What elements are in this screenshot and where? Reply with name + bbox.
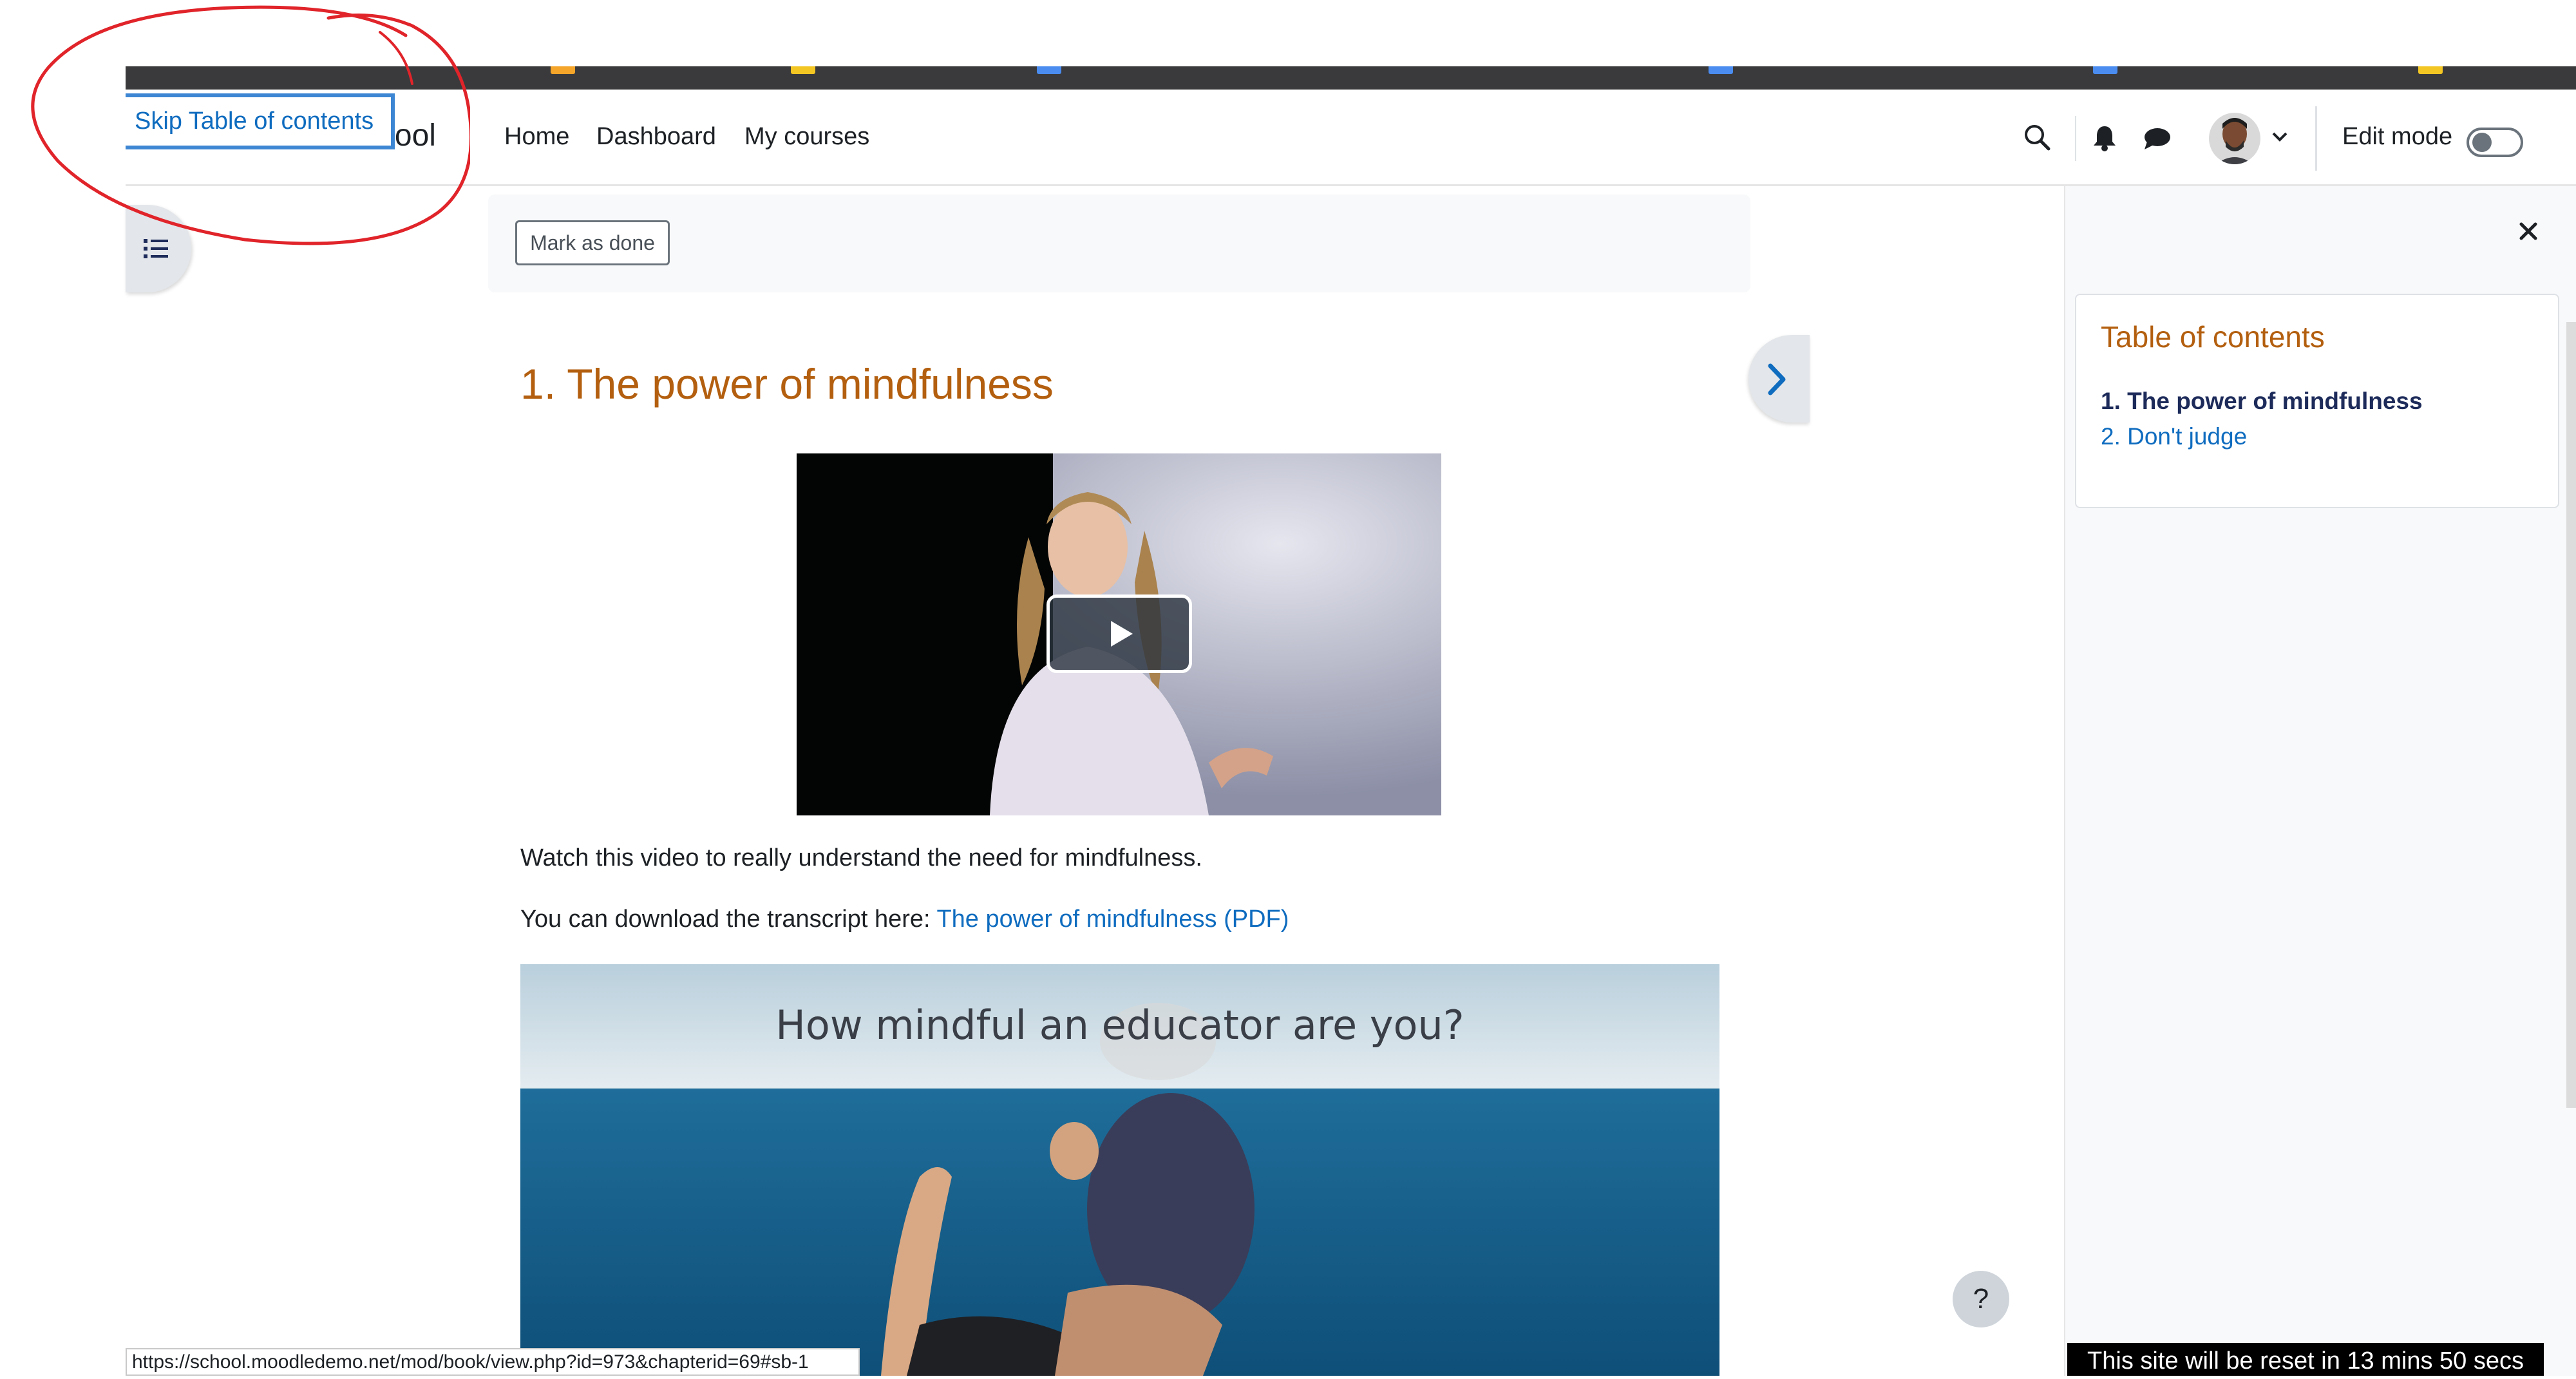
transcript-pdf-link[interactable]: The power of mindfulness (PDF) [936,906,1289,933]
download-prefix-text: You can download the transcript here: [520,906,937,933]
bookmark-favicon[interactable] [1709,66,1733,74]
list-icon [144,239,168,258]
chapter-title: 1. The power of mindfulness [520,360,1054,408]
activity-completion-panel [488,195,1750,292]
toc-item-dont-judge[interactable]: 2. Don't judge [2101,423,2247,450]
bell-icon[interactable] [2092,124,2117,151]
banner-title: How mindful an educator are you? [775,1002,1464,1049]
navbar-separator [2315,106,2317,171]
help-button[interactable]: ? [1953,1271,2009,1327]
bookmark-favicon[interactable] [551,66,575,74]
bookmark-favicon[interactable] [1037,66,1061,74]
drawer-scrollbar[interactable] [2566,322,2576,1108]
edit-mode-toggle[interactable] [2467,128,2523,157]
browser-bookmarks-bar [126,66,2576,90]
search-icon[interactable] [2023,123,2051,151]
next-chapter-button[interactable] [1748,335,1810,423]
bookmark-favicon[interactable] [2418,66,2443,74]
bookmark-favicon[interactable] [2093,66,2117,74]
browser-status-url: https://school.moodledemo.net/mod/book/v… [126,1348,860,1376]
edit-mode-toggle-knob [2472,133,2492,152]
nav-home[interactable]: Home [504,123,569,151]
left-gutter [0,90,126,1376]
skip-table-of-contents-link[interactable]: Skip Table of contents [126,93,395,149]
mindful-educator-banner: How mindful an educator are you? [520,964,1719,1376]
course-index-toggle-button[interactable] [126,205,191,292]
mark-as-done-button[interactable]: Mark as done [515,220,670,265]
navbar-divider [2075,116,2076,161]
close-icon[interactable] [2518,221,2539,242]
chapter-intro-text: Watch this video to really understand th… [520,844,1202,871]
table-of-contents-title: Table of contents [2101,320,2325,354]
video-play-button[interactable] [1046,594,1192,673]
nav-my-courses[interactable]: My courses [744,123,869,151]
chevron-right-icon [1768,363,1786,395]
nav-dashboard[interactable]: Dashboard [596,123,716,151]
download-paragraph: You can download the transcript here: Th… [520,906,1289,933]
site-reset-notice: This site will be reset in 13 mins 50 se… [2067,1343,2544,1376]
bookmark-favicon[interactable] [791,66,815,74]
chat-icon[interactable] [2143,126,2172,151]
chevron-down-icon[interactable] [2271,130,2288,143]
play-icon [1111,621,1133,647]
toc-item-power-of-mindfulness[interactable]: 1. The power of mindfulness [2101,388,2423,415]
edit-mode-label: Edit mode [2342,123,2453,150]
avatar[interactable] [2209,109,2260,167]
